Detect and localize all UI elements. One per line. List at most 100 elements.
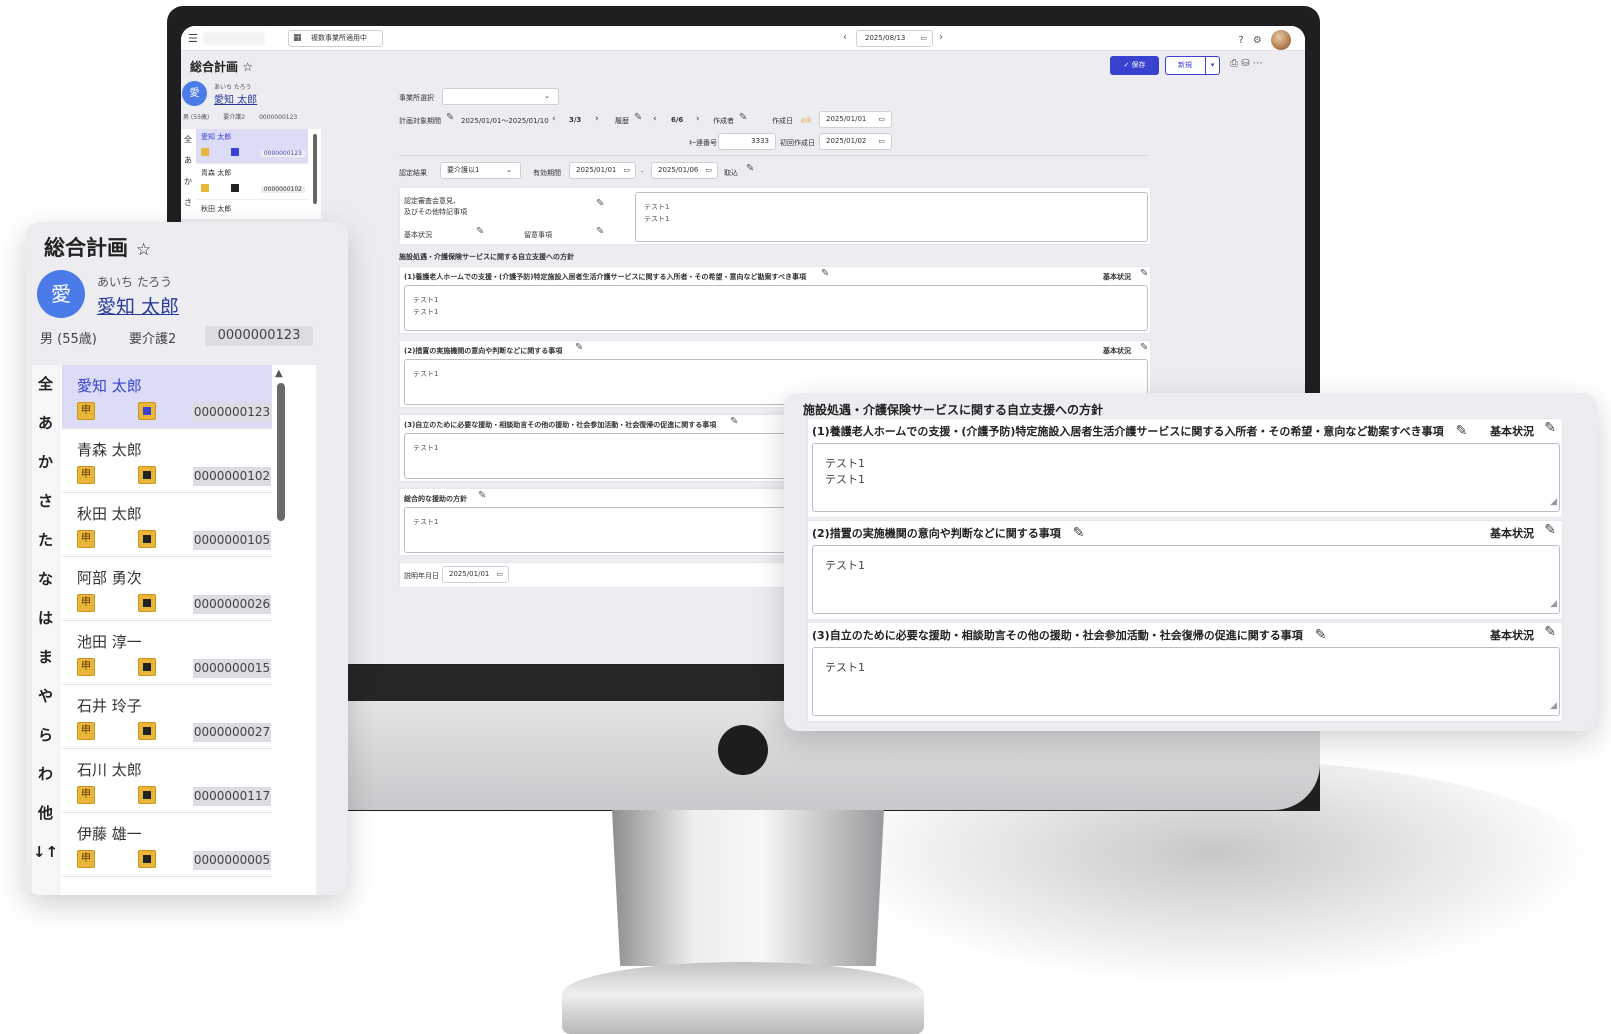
edit-icon[interactable]: ✎ xyxy=(596,226,604,237)
edit-icon[interactable]: ✎ xyxy=(478,490,486,501)
resize-grip-icon[interactable]: ◢ xyxy=(1550,494,1557,510)
next-date-icon[interactable]: › xyxy=(939,30,943,46)
edit-icon[interactable]: ✎ xyxy=(634,112,642,123)
list-item[interactable]: 青森 太郎 0000000102 xyxy=(196,165,308,200)
new-button[interactable]: 新規 ▾ xyxy=(1165,56,1220,75)
edit-icon[interactable]: ✎ xyxy=(596,198,604,209)
edit-icon[interactable]: ✎ xyxy=(476,226,484,237)
mini-index-sa[interactable]: さ xyxy=(181,192,195,213)
index-all[interactable]: 全 xyxy=(32,365,59,404)
more-icon[interactable]: ⋯ xyxy=(1253,58,1263,69)
item1-textarea[interactable]: テスト1 テスト1 ◢ xyxy=(812,443,1560,512)
created-label: 作成日 xyxy=(772,117,793,125)
edit-icon[interactable]: ✎ xyxy=(1073,525,1085,541)
help-icon[interactable]: ? xyxy=(1238,35,1243,46)
index-ka[interactable]: か xyxy=(32,443,59,482)
index-sa[interactable]: さ xyxy=(32,482,59,521)
created-date-field[interactable]: 2025/01/01 ▭ xyxy=(819,111,892,128)
edit-icon[interactable]: ✎ xyxy=(1140,342,1148,353)
next-history-icon[interactable]: › xyxy=(696,114,700,124)
seq-field[interactable]: 3333 xyxy=(718,133,776,150)
list-item[interactable]: 池田 淳一 申 0000000015 xyxy=(62,621,272,685)
edit-icon[interactable]: ✎ xyxy=(446,112,454,123)
office-select[interactable]: ⌄ xyxy=(442,88,559,105)
item4-label: 総合的な援助の方針 xyxy=(404,495,467,503)
cert-result-label: 認定結果 xyxy=(399,169,427,177)
mini-index: 全 あ か さ xyxy=(181,129,195,213)
index-wa[interactable]: わ xyxy=(32,755,59,794)
edit-icon[interactable]: ✎ xyxy=(1456,423,1468,439)
resize-grip-icon[interactable]: ◢ xyxy=(1550,596,1557,612)
cert-result-select[interactable]: 要介護以1 ⌄ xyxy=(440,162,521,179)
mini-index-all[interactable]: 全 xyxy=(181,129,195,150)
user-avatar[interactable] xyxy=(1271,30,1291,50)
print-icon[interactable]: ⎙ xyxy=(1230,58,1238,69)
edit-icon[interactable]: ✎ xyxy=(1544,420,1556,436)
edit-icon[interactable]: ✎ xyxy=(1140,268,1148,279)
list-item[interactable]: 阿部 勇次 申 0000000026 xyxy=(62,557,272,621)
index-ra[interactable]: ら xyxy=(32,716,59,755)
star-icon[interactable]: ☆ xyxy=(242,60,253,74)
edit-icon[interactable]: ✎ xyxy=(1544,522,1556,538)
prev-history-icon[interactable]: ‹ xyxy=(653,114,657,124)
top-bar: ☰ ▦ 複数事業所適用中 ‹ 2025/08/13 ▭ › ? ⚙ xyxy=(181,26,1305,51)
valid-to-field[interactable]: 2025/01/06 ▭ xyxy=(651,162,718,179)
first-created-field[interactable]: 2025/01/02 ▭ xyxy=(819,133,892,150)
resize-grip-icon[interactable]: ◢ xyxy=(1550,698,1557,714)
list-item[interactable]: 愛知 太郎 0000000123 xyxy=(196,129,308,164)
index-ta[interactable]: た xyxy=(32,521,59,560)
edit-icon[interactable]: ✎ xyxy=(739,112,747,123)
edit-icon[interactable]: ✎ xyxy=(730,416,738,427)
list-item[interactable]: 石川 太郎 申 0000000117 xyxy=(62,749,272,813)
office-chip[interactable]: ▦ 複数事業所適用中 xyxy=(288,30,383,47)
save-button[interactable]: ✓ 保存 xyxy=(1110,56,1159,75)
mini-patient-list: 全 あ か さ 愛知 太郎 0000000123 青森 太郎 0000000102 … xyxy=(181,129,321,221)
item3-label: (3)自立のために必要な援助・相談助言その他の援助・社会参加活動・社会復帰の促進… xyxy=(812,627,1327,643)
edit-icon[interactable]: ✎ xyxy=(1544,624,1556,640)
patient-name-link[interactable]: 愛知 太郎 xyxy=(214,91,257,106)
mini-index-ka[interactable]: か xyxy=(181,171,195,192)
patient-care-level: 要介護2 xyxy=(129,332,177,347)
next-page-icon[interactable]: › xyxy=(595,114,599,124)
page-title: 総合計画 ☆ xyxy=(190,60,253,74)
scroll-up-icon[interactable]: ▲ xyxy=(275,368,283,379)
prev-date-icon[interactable]: ‹ xyxy=(843,30,847,46)
calendar-icon: ▭ xyxy=(920,34,927,42)
list-item[interactable]: 愛知 太郎 申 0000000123 xyxy=(62,365,272,429)
index-ha[interactable]: は xyxy=(32,599,59,638)
list-item[interactable]: 青森 太郎 申 0000000102 xyxy=(62,429,272,493)
edit-icon[interactable]: ✎ xyxy=(746,163,754,174)
list-item-name: 青森 太郎 xyxy=(77,441,142,459)
database-icon[interactable]: ⛁ xyxy=(1241,58,1249,69)
chevron-down-icon[interactable]: ▾ xyxy=(1205,57,1219,74)
valid-from-field[interactable]: 2025/01/01 ▭ xyxy=(569,162,636,179)
mini-index-a[interactable]: あ xyxy=(181,150,195,171)
prev-page-icon[interactable]: ‹ xyxy=(552,114,556,124)
list-item[interactable]: 伊藤 雄一 申 0000000005 xyxy=(62,813,272,877)
patient-name-link[interactable]: 愛知 太郎 xyxy=(97,292,179,319)
index-ma[interactable]: ま xyxy=(32,638,59,677)
sort-icon[interactable]: ↓↑ xyxy=(32,833,59,872)
scrollbar[interactable] xyxy=(277,383,285,521)
index-other[interactable]: 他 xyxy=(32,794,59,833)
list-item[interactable]: 石井 玲子 申 0000000027 xyxy=(62,685,272,749)
item1-textarea[interactable]: テスト1 テスト1 xyxy=(404,285,1148,331)
edit-icon[interactable]: ✎ xyxy=(1315,627,1327,643)
basic-status-label: 基本状況 xyxy=(1490,425,1534,438)
explain-date-field[interactable]: 2025/01/01 ▭ xyxy=(442,566,509,583)
index-na[interactable]: な xyxy=(32,560,59,599)
menu-icon[interactable]: ☰ xyxy=(188,32,198,45)
current-date-field[interactable]: 2025/08/13 ▭ xyxy=(856,30,933,47)
list-item[interactable]: 秋田 太郎 申 0000000105 xyxy=(62,493,272,557)
edit-icon[interactable]: ✎ xyxy=(821,268,829,279)
scrollbar[interactable] xyxy=(313,134,317,204)
list-item[interactable]: 秋田 太郎 xyxy=(196,201,308,221)
index-a[interactable]: あ xyxy=(32,404,59,443)
opinion-textarea[interactable]: テスト1 テスト1 xyxy=(635,192,1148,242)
item2-textarea[interactable]: テスト1 ◢ xyxy=(812,545,1560,614)
star-icon[interactable]: ☆ xyxy=(136,240,151,260)
item3-textarea[interactable]: テスト1 ◢ xyxy=(812,647,1560,716)
edit-icon[interactable]: ✎ xyxy=(575,342,583,353)
gear-icon[interactable]: ⚙ xyxy=(1253,35,1262,46)
index-ya[interactable]: や xyxy=(32,677,59,716)
